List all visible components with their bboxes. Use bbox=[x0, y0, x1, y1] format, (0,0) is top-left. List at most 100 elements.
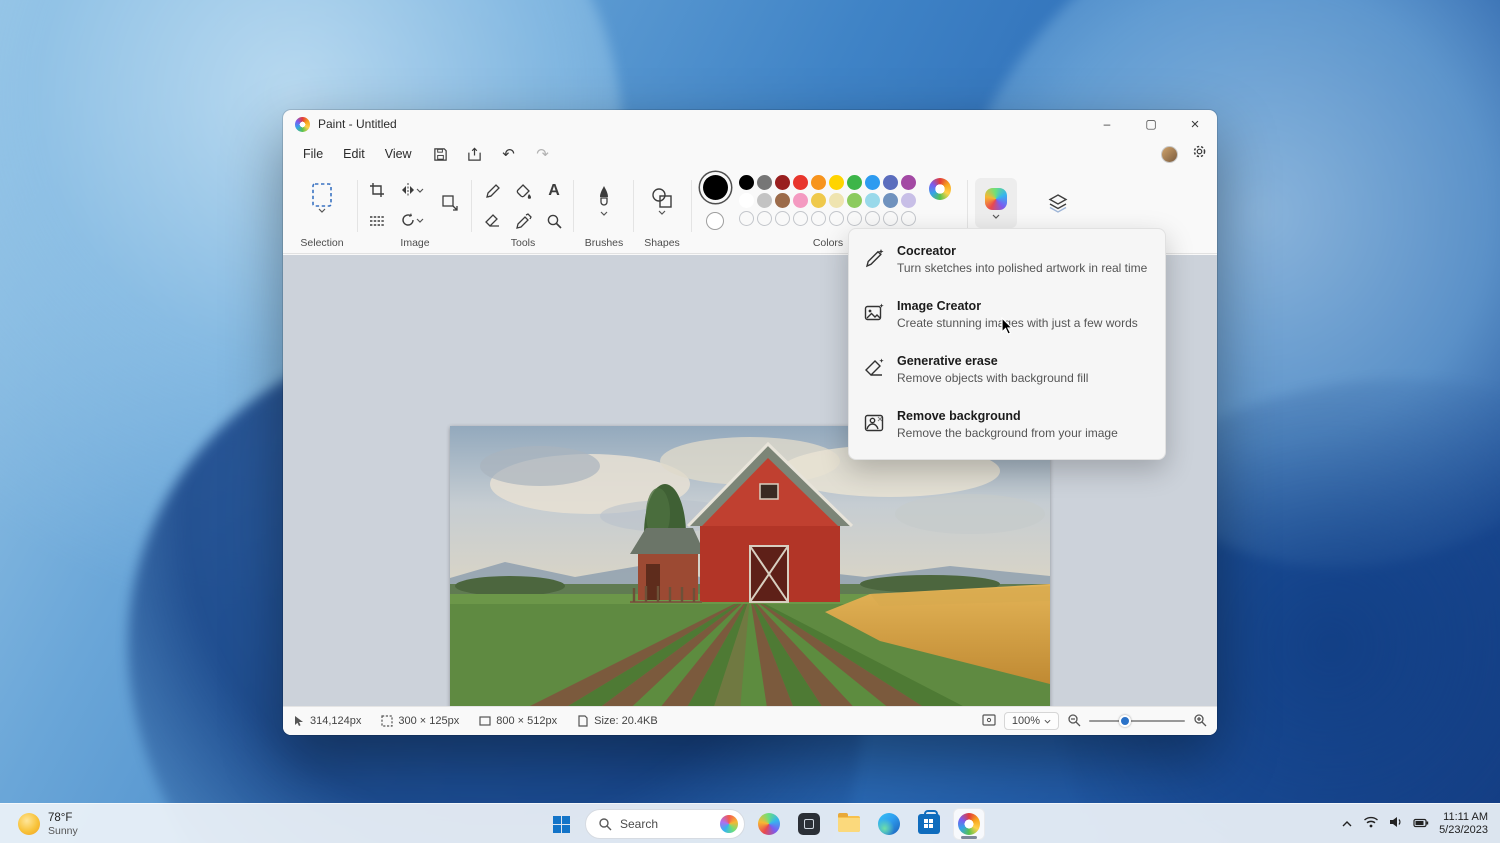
brushes-group: Brushes bbox=[579, 170, 629, 254]
pencil-tool-button[interactable] bbox=[479, 178, 505, 204]
weather-widget[interactable]: 78°F Sunny bbox=[8, 804, 88, 843]
taskbar-search[interactable]: Search bbox=[585, 809, 745, 839]
battery-icon[interactable] bbox=[1413, 815, 1429, 833]
resize-button[interactable] bbox=[437, 190, 463, 216]
color-swatch[interactable] bbox=[865, 193, 880, 208]
zoom-in-button[interactable] bbox=[1193, 713, 1207, 730]
color-swatch[interactable] bbox=[793, 175, 808, 190]
settings-gear-icon[interactable] bbox=[1192, 144, 1207, 164]
shapes-button[interactable] bbox=[646, 178, 678, 222]
custom-color-slot[interactable] bbox=[883, 211, 898, 226]
taskbar-dark-app[interactable] bbox=[793, 808, 825, 840]
account-avatar[interactable] bbox=[1161, 145, 1178, 163]
canvas-size-value: 800 × 512px bbox=[496, 715, 558, 727]
titlebar[interactable]: Paint - Untitled – ▢ × bbox=[283, 110, 1217, 138]
rotate-button[interactable] bbox=[395, 208, 429, 232]
menu-item-cocreator[interactable]: Cocreator Turn sketches into polished ar… bbox=[849, 235, 1165, 290]
menu-item-remove-background[interactable]: Remove background Remove the background … bbox=[849, 400, 1165, 455]
volume-icon[interactable] bbox=[1389, 815, 1403, 833]
generative-erase-icon bbox=[863, 357, 887, 381]
color-swatch[interactable] bbox=[865, 175, 880, 190]
menu-item-desc: Create stunning images with just a few w… bbox=[897, 316, 1138, 330]
primary-color[interactable] bbox=[703, 175, 728, 200]
custom-color-slot[interactable] bbox=[811, 211, 826, 226]
color-swatch[interactable] bbox=[757, 193, 772, 208]
menu-item-title: Remove background bbox=[897, 409, 1021, 423]
taskbar-clock[interactable]: 11:11 AM 5/23/2023 bbox=[1439, 811, 1494, 837]
menu-file[interactable]: File bbox=[293, 142, 333, 166]
custom-color-slot[interactable] bbox=[847, 211, 862, 226]
color-swatch[interactable] bbox=[757, 175, 772, 190]
custom-color-slot[interactable] bbox=[901, 211, 916, 226]
color-swatch[interactable] bbox=[883, 175, 898, 190]
share-icon[interactable] bbox=[460, 142, 490, 166]
zoom-slider-thumb[interactable] bbox=[1119, 715, 1131, 727]
color-swatch[interactable] bbox=[901, 193, 916, 208]
color-swatch[interactable] bbox=[811, 193, 826, 208]
color-swatch[interactable] bbox=[775, 175, 790, 190]
custom-color-slot[interactable] bbox=[757, 211, 772, 226]
zoom-out-button[interactable] bbox=[1067, 713, 1081, 730]
taskbar-edge[interactable] bbox=[873, 808, 905, 840]
custom-color-slot[interactable] bbox=[865, 211, 880, 226]
color-swatch[interactable] bbox=[847, 175, 862, 190]
color-swatch[interactable] bbox=[739, 193, 754, 208]
fit-to-screen-button[interactable] bbox=[982, 713, 996, 729]
color-swatch[interactable] bbox=[829, 193, 844, 208]
canvas-size-icon bbox=[479, 716, 491, 726]
custom-color-slot[interactable] bbox=[775, 211, 790, 226]
text-tool-button[interactable]: A bbox=[541, 178, 567, 204]
custom-color-slot[interactable] bbox=[793, 211, 808, 226]
layers-button[interactable] bbox=[1039, 184, 1077, 222]
color-picker-tool-button[interactable] bbox=[510, 208, 536, 234]
custom-color-slot[interactable] bbox=[829, 211, 844, 226]
pattern-button[interactable] bbox=[365, 208, 389, 232]
color-swatch[interactable] bbox=[811, 175, 826, 190]
taskbar-store[interactable] bbox=[913, 808, 945, 840]
menu-view[interactable]: View bbox=[375, 142, 422, 166]
edit-colors-button[interactable] bbox=[929, 178, 951, 200]
sun-icon bbox=[18, 813, 40, 835]
file-size-value: Size: 20.4KB bbox=[594, 715, 658, 727]
color-swatch[interactable] bbox=[775, 193, 790, 208]
taskbar-copilot[interactable] bbox=[753, 808, 785, 840]
copilot-dropdown-menu: Cocreator Turn sketches into polished ar… bbox=[848, 228, 1166, 460]
maximize-button[interactable]: ▢ bbox=[1129, 110, 1173, 138]
magnifier-tool-button[interactable] bbox=[541, 208, 567, 234]
copilot-button[interactable] bbox=[975, 178, 1017, 228]
tray-chevron-up-icon[interactable] bbox=[1341, 815, 1353, 833]
redo-icon[interactable]: ↷ bbox=[528, 142, 558, 166]
chevron-down-icon bbox=[992, 214, 1000, 219]
selection-tool-button[interactable] bbox=[306, 178, 338, 216]
color-swatch[interactable] bbox=[901, 175, 916, 190]
color-swatch[interactable] bbox=[829, 175, 844, 190]
taskbar-paint[interactable] bbox=[953, 808, 985, 840]
secondary-color[interactable] bbox=[706, 212, 724, 230]
zoom-level-select[interactable]: 100% bbox=[1003, 712, 1059, 730]
menu-edit[interactable]: Edit bbox=[333, 142, 375, 166]
menu-item-desc: Remove the background from your image bbox=[897, 426, 1118, 440]
crop-button[interactable] bbox=[365, 178, 389, 202]
color-swatch[interactable] bbox=[847, 193, 862, 208]
color-swatch[interactable] bbox=[739, 175, 754, 190]
mouse-cursor bbox=[1001, 317, 1014, 335]
fill-tool-button[interactable] bbox=[510, 178, 536, 204]
menu-item-generative-erase[interactable]: Generative erase Remove objects with bac… bbox=[849, 345, 1165, 400]
eraser-tool-button[interactable] bbox=[479, 208, 505, 234]
taskbar-file-explorer[interactable] bbox=[833, 808, 865, 840]
undo-icon[interactable]: ↶ bbox=[494, 142, 524, 166]
start-button[interactable] bbox=[545, 808, 577, 840]
flip-button[interactable] bbox=[395, 178, 429, 202]
save-icon[interactable] bbox=[426, 142, 456, 166]
wifi-icon[interactable] bbox=[1363, 815, 1379, 833]
zoom-slider[interactable] bbox=[1089, 715, 1185, 727]
color-swatch[interactable] bbox=[883, 193, 898, 208]
canvas-image[interactable] bbox=[450, 426, 1050, 735]
minimize-button[interactable]: – bbox=[1085, 110, 1129, 138]
close-button[interactable]: × bbox=[1173, 110, 1217, 138]
custom-color-slot[interactable] bbox=[739, 211, 754, 226]
brushes-button[interactable] bbox=[588, 178, 620, 222]
fill-bucket-icon bbox=[516, 183, 531, 199]
canvas-size: 800 × 512px bbox=[469, 707, 567, 735]
color-swatch[interactable] bbox=[793, 193, 808, 208]
